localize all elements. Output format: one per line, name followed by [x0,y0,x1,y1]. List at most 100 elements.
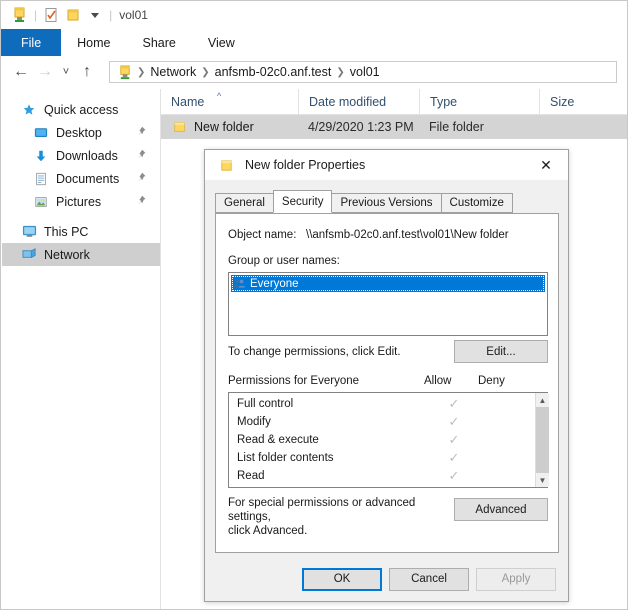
network-folder-icon[interactable] [9,4,31,26]
cancel-button[interactable]: Cancel [389,567,469,591]
scrollbar-thumb[interactable] [536,407,549,473]
close-icon[interactable]: ✕ [524,150,568,180]
apply-button: Apply [476,567,556,591]
chevron-down-icon[interactable] [84,4,106,26]
sidebar-item-downloads[interactable]: Downloads [2,144,160,167]
dialog-body: General Security Previous Versions Custo… [205,180,568,601]
download-icon [32,148,50,164]
object-name-row: Object name: \\anfsmb-02c0.anf.test\vol0… [228,229,509,241]
object-name-value: \\anfsmb-02c0.anf.test\vol01\New folder [306,229,509,241]
sidebar-item-label: Downloads [56,148,118,163]
sidebar-item-pictures[interactable]: Pictures [2,190,160,213]
tab-file[interactable]: File [1,29,62,56]
column-header-name[interactable]: Name ^ [161,89,298,114]
permissions-list[interactable]: Full control ✓ Modify ✓ Read & execute ✓ [228,392,549,488]
tab-general[interactable]: General [215,193,274,213]
pin-icon[interactable] [136,172,148,184]
qat-separator-2: | [109,8,113,22]
allow-checkmark-icon: ✓ [448,432,460,447]
permissions-for-label: Permissions for Everyone [228,375,360,387]
pin-icon[interactable] [136,195,148,207]
permission-label: Read [237,470,265,482]
group-or-user-names-list[interactable]: Everyone [228,272,548,336]
allow-checkmark-icon: ✓ [448,450,460,465]
sidebar-item-this-pc[interactable]: This PC [2,220,160,243]
object-name-label: Object name: [228,229,297,241]
tab-customize[interactable]: Customize [440,193,513,213]
recent-locations-chevron-down-icon[interactable]: ˅ [57,60,75,84]
advanced-hint-line-2: click Advanced. [228,525,308,537]
sidebar-item-documents[interactable]: Documents [2,167,160,190]
column-header-name-label: Name [171,94,205,109]
permission-label: List folder contents [237,452,334,464]
cell-name-label: New folder [194,120,254,134]
column-header-type[interactable]: Type [419,89,539,114]
desktop-icon [32,125,50,141]
permission-label: Read & execute [237,434,319,446]
ribbon-tabs: File Home Share View [1,29,627,57]
tab-previous-versions[interactable]: Previous Versions [331,193,442,213]
properties-icon[interactable] [40,4,62,26]
allow-column-header: Allow [424,375,452,387]
permission-label: Modify [237,416,271,428]
column-header-size[interactable]: Size [539,89,627,114]
column-header-date-label: Date modified [309,94,387,109]
scroll-up-icon[interactable]: ▲ [539,393,547,407]
scroll-down-icon[interactable]: ▼ [539,473,547,487]
allow-checkmark-icon: ✓ [448,414,460,429]
breadcrumb[interactable]: ❯ Network ❯ anfsmb-02c0.anf.test ❯ vol01 [109,61,617,83]
list-item-label: Everyone [250,277,299,290]
column-headers: Name ^ Date modified Type Size [161,89,627,115]
breadcrumb-separator: ❯ [201,66,210,78]
list-item[interactable]: Full control ✓ [229,395,535,413]
sidebar-item-label: Quick access [44,102,119,117]
advanced-hint: For special permissions or advanced sett… [228,496,444,538]
up-icon[interactable]: ↑ [75,60,99,84]
list-item[interactable]: List folder contents ✓ [229,449,535,467]
tab-view[interactable]: View [192,29,251,56]
tab-home[interactable]: Home [61,29,126,56]
dialog-title: New folder Properties [245,158,366,172]
picture-icon [32,194,50,210]
table-row[interactable]: New folder 4/29/2020 1:23 PM File folder [161,115,627,139]
tab-security[interactable]: Security [272,190,333,213]
allow-checkmark-icon: ✓ [448,396,460,411]
sidebar-item-quick-access[interactable]: Quick access [2,98,160,121]
cell-date-modified: 4/29/2020 1:23 PM [308,120,414,134]
window-title: vol01 [119,8,148,22]
pin-icon[interactable] [136,126,148,138]
advanced-hint-line-1: For special permissions or advanced sett… [228,497,416,523]
explorer-window: | | vol01 File Home Share View ← → ˅ ↑ ❯… [0,0,628,610]
list-item[interactable]: Read & execute ✓ [229,431,535,449]
breadcrumb-item-vol01[interactable]: vol01 [346,65,384,79]
security-tab-panel: Object name: \\anfsmb-02c0.anf.test\vol0… [215,213,559,553]
dialog-footer: OK Cancel Apply [205,557,568,601]
list-item[interactable]: Read ✓ [229,467,535,485]
list-item[interactable]: Modify ✓ [229,413,535,431]
permissions-scrollbar[interactable]: ▲ ▼ [535,393,549,487]
column-header-date-modified[interactable]: Date modified [298,89,419,114]
edit-button[interactable]: Edit... [454,340,548,363]
sidebar-item-desktop[interactable]: Desktop [2,121,160,144]
column-header-type-label: Type [430,94,458,109]
pin-icon[interactable] [136,149,148,161]
new-folder-icon[interactable] [62,4,84,26]
tab-share[interactable]: Share [127,29,192,56]
back-icon[interactable]: ← [9,60,33,84]
dialog-title-bar: New folder Properties ✕ [205,150,568,180]
breadcrumb-item-server[interactable]: anfsmb-02c0.anf.test [211,65,336,79]
list-item[interactable]: Everyone [231,275,545,292]
breadcrumb-item-network[interactable]: Network [146,65,200,79]
network-icon [20,247,38,263]
allow-checkmark-icon: ✓ [448,468,460,483]
cell-name: New folder [161,120,298,134]
group-or-user-names-label: Group or user names: [228,255,340,267]
sort-ascending-icon: ^ [217,91,222,101]
sidebar-item-label: This PC [44,224,89,239]
title-bar: | | vol01 [1,1,627,29]
breadcrumb-separator: ❯ [137,66,146,78]
advanced-button[interactable]: Advanced [454,498,548,521]
document-icon [32,171,50,187]
sidebar-item-network[interactable]: Network [2,243,160,266]
ok-button[interactable]: OK [302,567,382,591]
